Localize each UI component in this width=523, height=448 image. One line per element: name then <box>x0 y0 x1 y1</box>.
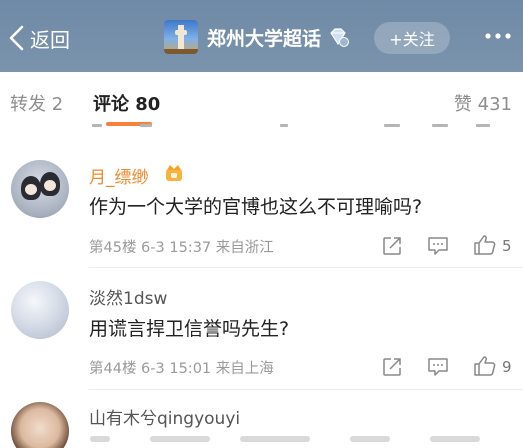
like-count: 5 <box>502 237 512 255</box>
chevron-left-icon <box>9 25 24 51</box>
comment-item: 淡然1dsw 用谎言捍卫信誉吗先生? 第44楼 6-3 15:01 来自上海 9 <box>0 268 523 390</box>
topic-title: 郑州大学超话 <box>207 27 322 50</box>
tab-reposts[interactable]: 转发 2 <box>10 90 63 116</box>
thumb-up-icon <box>474 235 496 255</box>
vip-crown-icon <box>166 165 182 181</box>
share-icon <box>383 237 401 255</box>
comment-username[interactable]: 淡然1dsw <box>89 284 167 309</box>
follow-button[interactable]: +关注 <box>374 22 450 54</box>
reply-button[interactable] <box>427 236 449 256</box>
thumb-up-icon <box>474 356 496 376</box>
comment-item: 月_缥缈 作为一个大学的官博也这么不可理喻吗? 第45楼 6-3 15:37 来… <box>0 150 523 268</box>
topic-thumbnail <box>164 20 198 54</box>
like-count: 9 <box>502 358 512 376</box>
top-nav-bar: 返回 郑州大学超话 +关注 <box>0 0 523 72</box>
comment-meta: 第44楼 6-3 15:01 来自上海 <box>89 361 274 377</box>
comment-text: 用谎言捍卫信誉吗先生? <box>89 318 290 340</box>
previous-comment-fragment <box>0 118 523 130</box>
tab-comments[interactable]: 评论 80 <box>93 90 160 116</box>
comment-text: 作为一个大学的官博也这么不可理喻吗? <box>89 196 423 218</box>
back-label: 返回 <box>30 27 70 52</box>
comment-username[interactable]: 月_缥缈 <box>89 163 149 188</box>
reply-button[interactable] <box>427 357 449 377</box>
comment-meta: 第45楼 6-3 15:37 来自浙江 <box>89 240 274 256</box>
cut-off-text <box>430 436 480 442</box>
share-button[interactable] <box>382 236 402 256</box>
cut-off-text <box>240 436 310 442</box>
like-button[interactable] <box>473 355 497 377</box>
cut-off-text <box>90 436 110 442</box>
cut-off-text <box>150 436 210 442</box>
tab-likes[interactable]: 赞 431 <box>454 90 512 116</box>
diamond-icon <box>330 28 350 47</box>
share-icon <box>383 358 401 376</box>
like-button[interactable] <box>473 234 497 256</box>
share-button[interactable] <box>382 357 402 377</box>
back-button[interactable]: 返回 <box>8 20 70 56</box>
avatar[interactable] <box>11 281 69 339</box>
comment-icon <box>428 237 448 255</box>
comment-icon <box>428 358 448 376</box>
more-icon[interactable] <box>483 24 513 48</box>
topic-header[interactable]: 郑州大学超话 <box>164 18 350 56</box>
avatar[interactable] <box>11 160 69 218</box>
cut-off-text <box>350 436 390 442</box>
avatar[interactable] <box>11 402 69 448</box>
comment-username[interactable]: 山有木兮qingyouyi <box>89 404 240 429</box>
